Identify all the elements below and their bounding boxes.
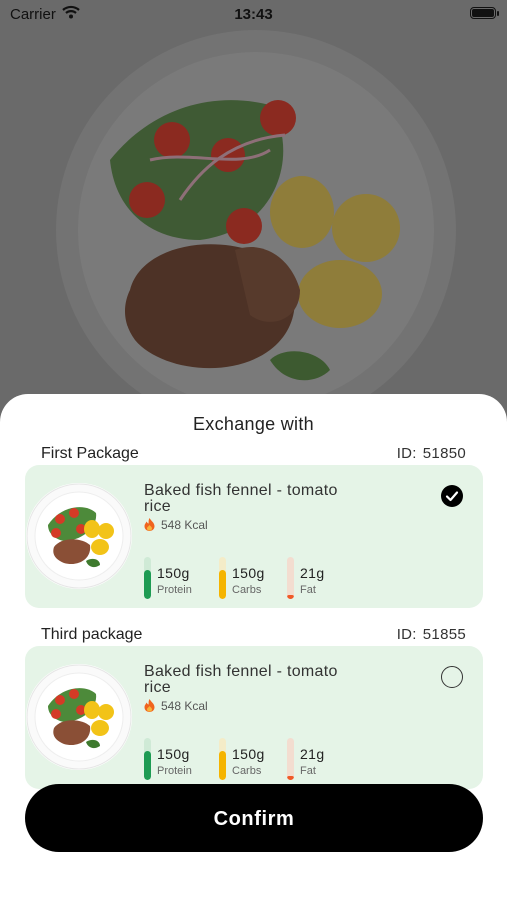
nutrient-bar	[219, 738, 226, 780]
checkmark-icon	[445, 491, 459, 502]
kcal-value: 548 Kcal	[161, 518, 208, 532]
nutrient-bar	[287, 557, 294, 599]
flame-icon	[144, 518, 155, 531]
nutrient-value: 150g	[232, 746, 265, 762]
nutrient-value: 150g	[157, 746, 190, 762]
package-name: Third package	[41, 626, 143, 643]
nutrient-bar-fill	[144, 751, 151, 780]
confirm-button[interactable]: Confirm	[25, 784, 483, 852]
meal-thumbnail	[26, 483, 132, 589]
nutrient-bar-fill	[219, 570, 226, 599]
package-id-value: 51850	[422, 445, 466, 462]
nutrient-bar	[287, 738, 294, 780]
package-name: First Package	[41, 445, 139, 462]
nutrient-label: Fat	[300, 584, 316, 596]
exchange-sheet: Exchange with First Package ID: 51850 Bak…	[0, 394, 507, 900]
nutrient-label: Protein	[157, 584, 192, 596]
nutrient-label: Fat	[300, 765, 316, 777]
nutrient-value: 21g	[300, 565, 325, 581]
meal-hero-image	[0, 0, 507, 430]
meal-thumbnail	[26, 664, 132, 770]
meal-card[interactable]: Baked fish fennel - tomato rice 548 Kcal…	[25, 646, 483, 789]
meal-calories: 548 Kcal	[144, 699, 208, 713]
nutrient-bar-fill	[287, 595, 294, 599]
nutrient-label: Carbs	[232, 765, 262, 777]
nutrient-value: 21g	[300, 746, 325, 762]
nutrient-label: Carbs	[232, 584, 262, 596]
package-id-prefix: ID:	[396, 626, 417, 643]
battery-tip	[497, 11, 499, 16]
meal-card[interactable]: Baked fish fennel - tomato rice 548 Kcal…	[25, 465, 483, 608]
package-id-prefix: ID:	[396, 445, 417, 462]
nutrient-bar-fill	[144, 570, 151, 599]
nutrient-bar	[144, 557, 151, 599]
package-id-value: 51855	[422, 626, 466, 643]
kcal-value: 548 Kcal	[161, 699, 208, 713]
status-bar: Carrier 13:43	[0, 0, 507, 28]
meal-calories: 548 Kcal	[144, 518, 208, 532]
battery-icon	[470, 7, 496, 19]
nutrient-bar	[219, 557, 226, 599]
nutrient-value: 150g	[232, 565, 265, 581]
nutrient-bar-fill	[287, 776, 294, 780]
package-id: ID: 51850	[397, 445, 466, 462]
nutrient-value: 150g	[157, 565, 190, 581]
flame-icon	[144, 699, 155, 712]
package-id: ID: 51855	[397, 626, 466, 643]
nutrient-label: Protein	[157, 765, 192, 777]
meal-name: Baked fish fennel - tomato rice	[144, 482, 338, 515]
meal-name: Baked fish fennel - tomato rice	[144, 663, 338, 696]
nutrient-bar	[144, 738, 151, 780]
select-radio-unchecked[interactable]	[441, 666, 463, 688]
select-radio-checked[interactable]	[441, 485, 463, 507]
sheet-title: Exchange with	[193, 414, 314, 434]
status-time: 13:43	[234, 6, 273, 23]
nutrient-bar-fill	[219, 751, 226, 780]
